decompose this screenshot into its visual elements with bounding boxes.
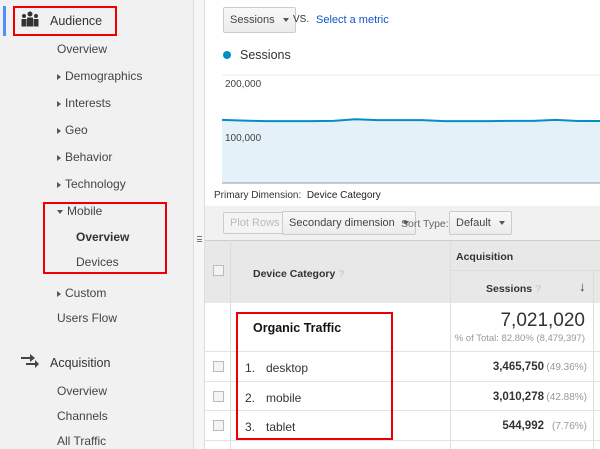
caret-right-icon: [57, 73, 61, 80]
sessions-header[interactable]: Sessions ?: [486, 283, 541, 295]
caret-right-icon: [57, 290, 61, 297]
sidebar-item-demographics[interactable]: Demographics: [57, 69, 142, 83]
row-sessions: 3,010,278: [492, 390, 544, 403]
sidebar-item-overview[interactable]: Overview: [57, 42, 107, 56]
total-sessions: 7,021,020: [500, 310, 585, 331]
sidebar-item-label: Interests: [65, 96, 112, 110]
sidebar-item-label: Geo: [65, 123, 88, 137]
column-header-label: Sessions: [486, 283, 533, 295]
highlight-box: [236, 312, 393, 440]
primary-dimension: Primary Dimension: Device Category: [214, 190, 381, 201]
sort-arrow-down-icon[interactable]: ↓: [579, 279, 586, 294]
sidebar-item-custom[interactable]: Custom: [57, 286, 106, 300]
secondary-dimension-label: Secondary dimension: [289, 217, 395, 229]
sidebar-item-users-flow[interactable]: Users Flow: [57, 311, 117, 325]
vs-label: VS.: [293, 14, 310, 25]
sidebar-item-label: Custom: [65, 286, 107, 300]
row-checkbox[interactable]: [213, 361, 224, 372]
chevron-down-icon: [282, 18, 289, 22]
caret-right-icon: [57, 100, 61, 107]
chart-legend: Sessions: [223, 48, 291, 62]
sidebar-section-label: Acquisition: [50, 355, 111, 370]
y-tick-label: 100,000: [225, 133, 262, 144]
panel-splitter[interactable]: [193, 0, 205, 449]
sort-type-value: Default: [456, 217, 491, 229]
sidebar-item-label: Technology: [65, 177, 126, 191]
help-icon[interactable]: ?: [338, 268, 344, 280]
sidebar-item-interests[interactable]: Interests: [57, 96, 111, 110]
plot-rows-button[interactable]: Plot Rows: [223, 212, 287, 234]
legend-label: Sessions: [240, 48, 291, 62]
sidebar-item-all-traffic[interactable]: All Traffic: [57, 434, 106, 448]
help-icon[interactable]: ?: [535, 283, 541, 295]
acquisition-icon: [20, 352, 40, 373]
row-checkbox[interactable]: [213, 390, 224, 402]
sort-type-label: Sort Type:: [401, 218, 449, 230]
device-category-header[interactable]: Device Category ?: [253, 268, 345, 280]
select-all-checkbox[interactable]: [213, 265, 224, 276]
caret-right-icon: [57, 127, 61, 134]
total-percent: % of Total: 82.80% (8,479,397): [454, 333, 585, 344]
legend-dot-icon: [223, 51, 231, 59]
sidebar-item-geo[interactable]: Geo: [57, 123, 88, 137]
y-tick-label: 200,000: [225, 79, 262, 90]
metric-dropdown[interactable]: Sessions: [223, 7, 296, 33]
main-content: Sessions VS. Select a metric Sessions 20…: [205, 0, 600, 449]
primary-dimension-value: Device Category: [306, 190, 381, 201]
sort-type-dropdown[interactable]: Default: [449, 211, 512, 235]
active-accent: [3, 6, 6, 36]
sidebar-item-behavior[interactable]: Behavior: [57, 150, 112, 164]
column-header-label: Device Category: [253, 268, 336, 280]
caret-right-icon: [57, 154, 61, 161]
metric-label: Sessions: [230, 14, 275, 26]
row-percent: (7.76%): [551, 421, 587, 432]
sessions-chart: 200,000 100,000: [222, 74, 600, 184]
primary-dimension-label: Primary Dimension:: [214, 190, 302, 201]
series-area: [222, 119, 600, 183]
acquisition-group-header: Acquisition: [456, 251, 514, 263]
highlight-box: [13, 6, 117, 36]
select-metric-link[interactable]: Select a metric: [316, 14, 389, 26]
table-toolbar: Plot Rows Secondary dimension Sort Type:…: [205, 206, 600, 240]
row-percent: (42.88%): [546, 391, 587, 403]
row-percent: (49.36%): [546, 362, 587, 373]
row-sessions: 3,465,750: [492, 361, 544, 373]
sidebar-item-label: Demographics: [65, 69, 143, 83]
highlight-box: [43, 202, 167, 274]
sidebar-item-label: Behavior: [65, 150, 113, 164]
sidebar-section-acquisition[interactable]: Acquisition: [20, 352, 110, 373]
row-checkbox[interactable]: [213, 420, 224, 431]
sidebar-item-label: Users Flow: [57, 311, 118, 325]
series-line: [222, 118, 600, 123]
sidebar-item-acq-overview[interactable]: Overview: [57, 384, 107, 398]
sidebar-item-channels[interactable]: Channels: [57, 409, 108, 423]
caret-right-icon: [57, 181, 61, 188]
secondary-dimension-dropdown[interactable]: Secondary dimension: [282, 211, 416, 235]
grip-icon: [197, 236, 202, 242]
row-sessions: 544,992: [502, 420, 544, 432]
chevron-down-icon: [498, 221, 505, 225]
sidebar-item-label: Overview: [57, 42, 108, 56]
sidebar: Audience Overview Demographics Interests Ge…: [0, 0, 193, 449]
sidebar-item-technology[interactable]: Technology: [57, 177, 126, 191]
